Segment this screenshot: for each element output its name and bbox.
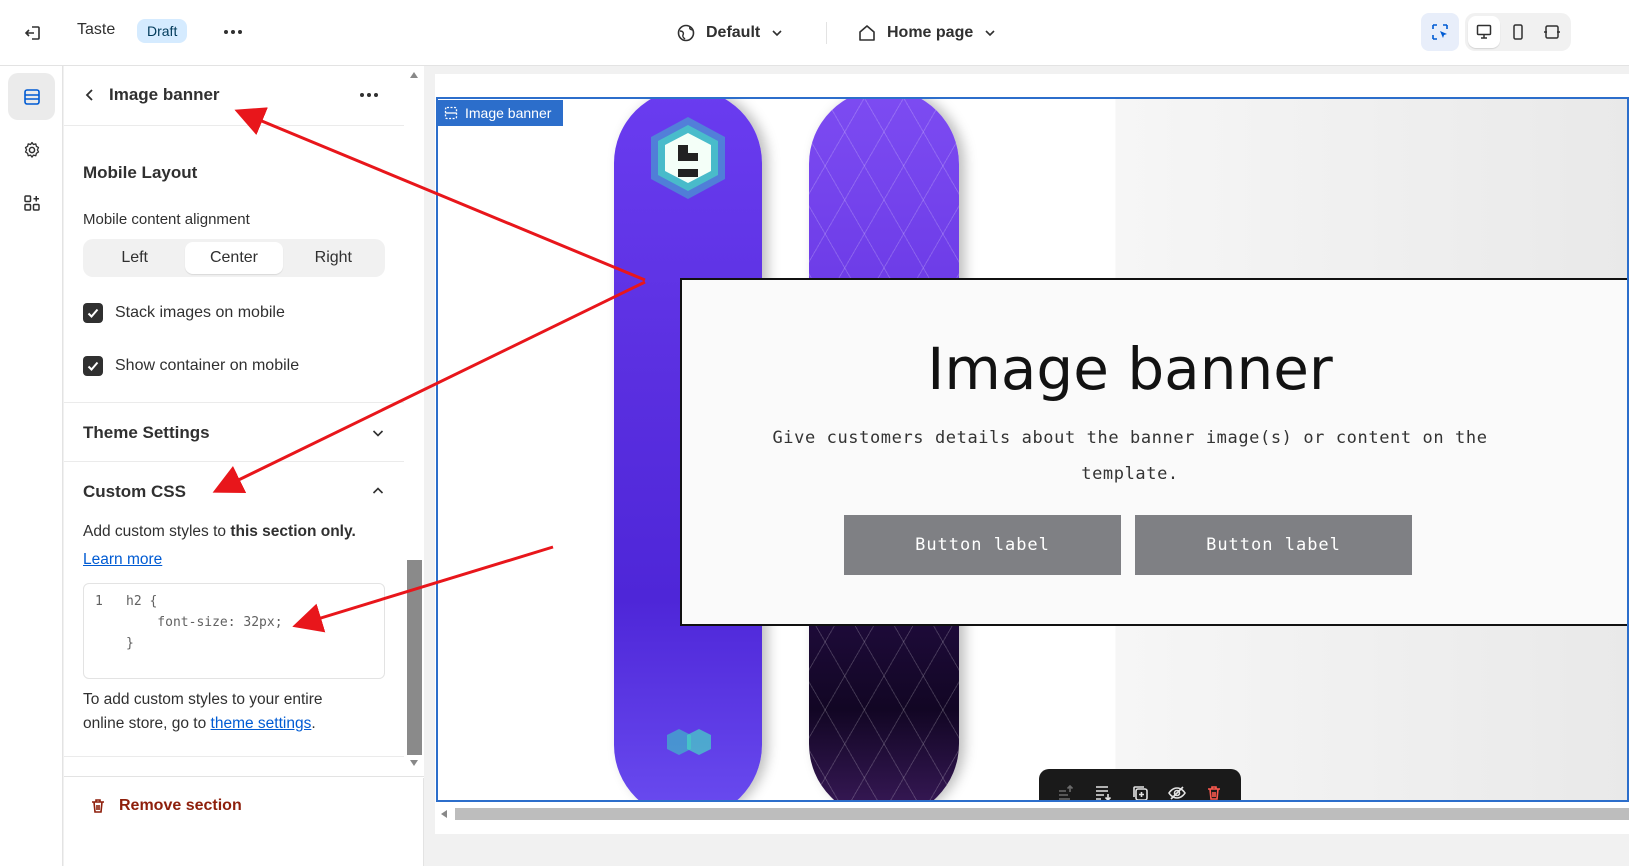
template-dropdown-label: Default	[706, 24, 761, 41]
section-menu-icon[interactable]	[355, 82, 383, 108]
inspector-select-icon[interactable]	[1421, 13, 1459, 51]
remove-section-label: Remove section	[119, 797, 242, 814]
learn-more-link[interactable]: Learn more	[83, 551, 162, 568]
divider	[64, 461, 404, 462]
section-tag[interactable]: Image banner	[436, 100, 564, 126]
move-down-icon[interactable]	[1089, 779, 1117, 800]
apps-icon[interactable]	[8, 179, 55, 226]
theme-name: Taste	[77, 21, 116, 38]
left-rail	[0, 66, 63, 866]
chevron-down-icon[interactable]	[368, 423, 388, 443]
chevron-down-icon	[772, 30, 782, 37]
alignment-right-option[interactable]: Right	[285, 242, 382, 274]
scroll-up-arrow-icon[interactable]	[410, 72, 418, 78]
chevron-up-icon[interactable]	[368, 481, 388, 501]
section-floating-toolbar	[1039, 769, 1241, 800]
status-badge: Draft	[137, 19, 188, 43]
more-actions-icon[interactable]	[219, 19, 247, 45]
mobile-icon[interactable]	[1502, 16, 1534, 48]
scroll-down-arrow-icon[interactable]	[410, 760, 418, 766]
view-controls	[1421, 13, 1571, 51]
page-dropdown[interactable]: Home page	[857, 18, 997, 48]
sidebar-footer-divider	[64, 776, 424, 777]
banner-content-box: Image banner Give customers details abou…	[680, 278, 1627, 626]
custom-css-help: Add custom styles to this section only.	[83, 520, 356, 544]
banner-button-1[interactable]: Button label	[844, 515, 1121, 575]
hide-eye-icon[interactable]	[1163, 779, 1191, 800]
template-dropdown[interactable]: Default	[676, 18, 784, 48]
store-wide-css-help: To add custom styles to your entire onli…	[83, 688, 323, 736]
show-container-label: Show container on mobile	[115, 357, 300, 374]
toolbar-divider	[826, 22, 827, 44]
remove-section-button[interactable]: Remove section	[89, 797, 242, 815]
settings-gear-icon[interactable]	[8, 126, 55, 173]
custom-css-help-bold: this section only.	[230, 523, 356, 540]
preview-canvas: Image banner Give customers details abou…	[425, 66, 1629, 866]
sidebar-header: Image banner	[64, 66, 404, 126]
code-line-number: 1	[95, 594, 103, 609]
code-line: font-size: 32px;	[126, 615, 283, 630]
divider	[64, 756, 404, 757]
globe-icon	[677, 24, 695, 42]
board-tail-logo-icon	[667, 729, 711, 755]
move-up-icon[interactable]	[1052, 779, 1080, 800]
trash-icon	[92, 799, 104, 813]
sections-icon[interactable]	[8, 73, 55, 120]
home-icon	[859, 25, 875, 41]
theme-settings-link[interactable]: theme settings	[211, 715, 312, 732]
image-banner-section[interactable]: Image banner Give customers details abou…	[436, 97, 1629, 802]
custom-css-heading[interactable]: Custom CSS	[83, 482, 186, 502]
section-icon	[444, 106, 458, 120]
alignment-segmented-control: Left Center Right	[83, 239, 385, 277]
banner-description: Give customers details about the banner …	[772, 428, 1488, 484]
theme-settings-heading[interactable]: Theme Settings	[83, 423, 210, 443]
hexagon-logo-icon	[651, 117, 725, 199]
alignment-label: Mobile content alignment	[83, 211, 250, 228]
section-tag-label: Image banner	[465, 105, 552, 121]
desktop-icon[interactable]	[1468, 16, 1500, 48]
show-container-checkbox-row[interactable]: Show container on mobile	[83, 356, 299, 376]
fullscreen-icon[interactable]	[1536, 16, 1568, 48]
banner-button-2[interactable]: Button label	[1135, 515, 1412, 575]
settings-sidebar: Image banner Mobile Layout Mobile conten…	[64, 66, 424, 866]
scroll-thumb[interactable]	[407, 560, 422, 755]
store-wide-css-suffix: .	[311, 715, 316, 732]
store-wide-css-prefix: online store, go to	[83, 715, 211, 732]
device-toggle	[1465, 13, 1571, 51]
check-icon	[87, 361, 99, 371]
section-title: Image banner	[109, 85, 220, 104]
duplicate-icon[interactable]	[1126, 779, 1154, 800]
chevron-down-icon	[985, 30, 995, 37]
page-dropdown-label: Home page	[887, 24, 974, 41]
delete-trash-icon[interactable]	[1200, 779, 1228, 800]
store-wide-css-line-2: online store, go to theme settings.	[83, 712, 323, 736]
code-line: }	[126, 636, 134, 651]
learn-more-wrap: Learn more	[83, 548, 162, 572]
sidebar-scrollbar[interactable]	[404, 66, 424, 778]
stack-images-label: Stack images on mobile	[115, 304, 285, 321]
preview-horizontal-scrollbar[interactable]	[435, 804, 1629, 824]
scroll-left-arrow-icon[interactable]	[441, 810, 447, 818]
stack-images-checkbox-row[interactable]: Stack images on mobile	[83, 303, 285, 323]
css-code-editor[interactable]: 1 h2 { font-size: 32px; }	[83, 583, 385, 679]
mobile-layout-heading: Mobile Layout	[83, 163, 198, 182]
divider	[64, 402, 404, 403]
check-icon	[87, 308, 99, 318]
alignment-center-option[interactable]: Center	[185, 242, 283, 274]
stack-images-checkbox[interactable]	[83, 303, 103, 323]
exit-icon[interactable]	[20, 20, 46, 46]
banner-heading: Image banner	[927, 335, 1333, 403]
custom-css-help-prefix: Add custom styles to	[83, 523, 231, 540]
horizontal-scroll-thumb[interactable]	[455, 808, 1629, 820]
back-chevron-icon[interactable]	[78, 83, 102, 107]
store-wide-css-line-1: To add custom styles to your entire	[83, 691, 323, 708]
code-line: h2 {	[126, 594, 158, 609]
top-bar: Taste Draft Default Home page	[0, 0, 1629, 66]
alignment-left-option[interactable]: Left	[86, 242, 183, 274]
show-container-checkbox[interactable]	[83, 356, 103, 376]
